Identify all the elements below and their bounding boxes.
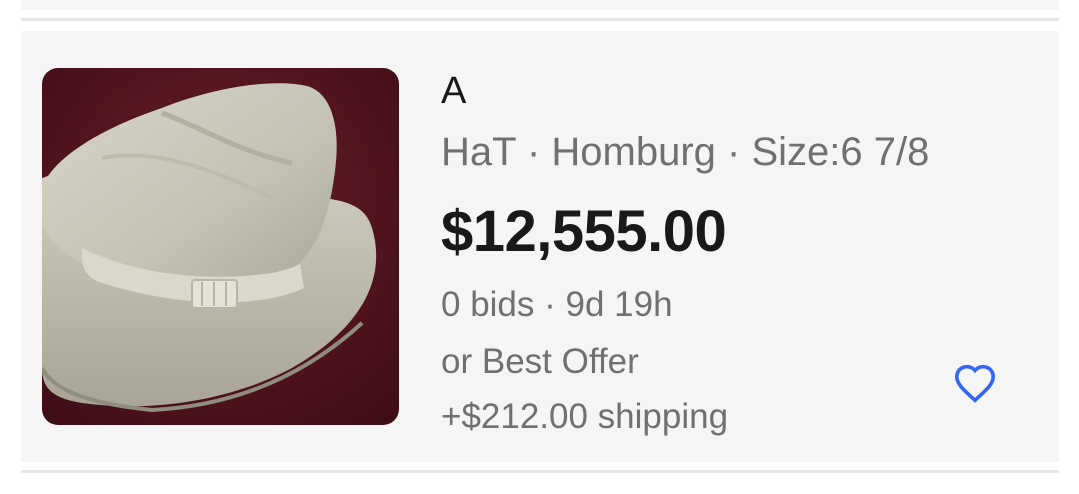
divider	[21, 18, 1059, 21]
listing-subtitle: HaT · Homburg · Size:6 7/8	[441, 130, 930, 174]
listing-title[interactable]: A	[441, 69, 466, 113]
watch-button[interactable]	[947, 355, 1003, 411]
listing-image[interactable]	[42, 68, 399, 425]
heart-icon	[954, 364, 996, 403]
bids-and-time-left: 0 bids · 9d 19h	[441, 285, 673, 324]
divider	[21, 470, 1059, 473]
best-offer-label: or Best Offer	[441, 342, 639, 381]
shipping-cost: +$212.00 shipping	[441, 397, 729, 436]
listing-price: $12,555.00	[441, 199, 727, 264]
previous-listing-card[interactable]	[21, 0, 1059, 10]
hat-photo-icon	[42, 68, 399, 425]
listing-card[interactable]: A HaT · Homburg · Size:6 7/8 $12,555.00 …	[21, 31, 1059, 462]
